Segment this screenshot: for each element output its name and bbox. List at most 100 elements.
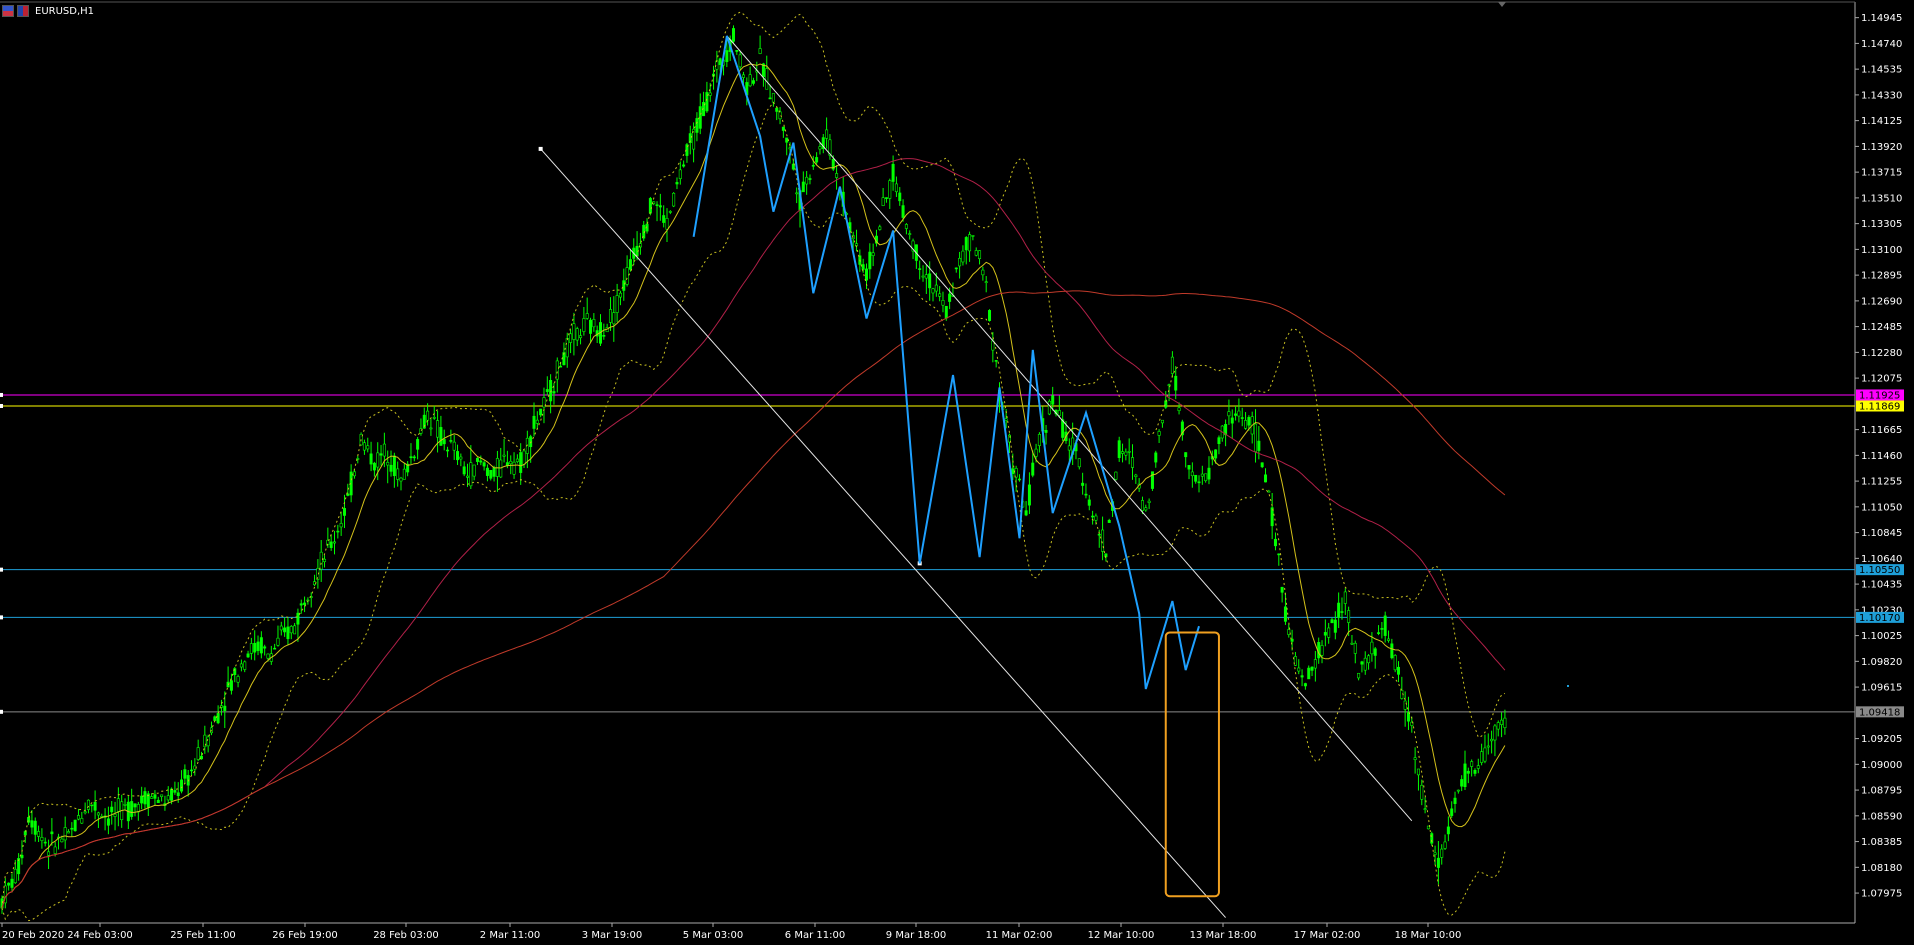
candle-body [751,80,755,84]
candle-body [376,452,380,468]
candle-body [1383,615,1387,636]
candle-body [196,747,200,760]
candle-body [236,676,240,683]
candle-body [618,292,622,298]
candle-body [579,335,583,339]
time-tick-label: 17 Mar 02:00 [1294,930,1361,941]
candle-body [80,818,84,824]
chart-window[interactable]: EURUSD,H1 1.14945 1.14740 1.14535 1.14330 1.… [0,0,1914,941]
candle-body [1157,431,1161,436]
candle-body [13,868,17,884]
price-tick-label: 1.11050 [1861,502,1902,513]
candle-body [73,819,77,832]
candle-body [10,878,14,888]
candle-body [585,313,589,319]
candle-body [286,626,290,640]
candle-body [1320,645,1324,656]
candle-body [1416,768,1420,776]
candle-body [675,182,679,185]
candle-body [662,215,666,223]
trend-channel-line[interactable] [726,35,1413,822]
candle-body [180,779,184,792]
trendline-handle[interactable] [538,146,543,151]
candle-body [818,146,822,150]
candle-body [1440,848,1444,858]
candle-body [369,453,373,465]
candle-body [988,310,992,321]
candle-body [1466,770,1470,774]
candle-body [569,333,573,343]
candle-body [678,169,682,179]
candle-body [1087,499,1091,506]
candle-body [60,838,64,843]
level-handle[interactable] [0,403,3,408]
candle-body [446,449,450,452]
candle-body [412,456,416,459]
candle-body [1027,484,1031,506]
candle-body [658,205,662,208]
time-tick-label: 18 Mar 10:00 [1395,930,1462,941]
candle-body [246,653,250,658]
candle-body [1370,641,1374,655]
candle-body [921,275,925,278]
price-tick-label: 1.09205 [1861,734,1902,745]
candle-body [805,176,809,185]
candle-body [1390,643,1394,659]
candle-body [409,456,413,459]
price-tick-label: 1.11460 [1861,451,1902,462]
chart-window-icon[interactable] [2,5,14,17]
candle-body [731,28,735,42]
candle-body [379,453,383,456]
candle-body [924,274,928,279]
candle-body [1393,655,1397,671]
level-handle[interactable] [0,392,3,397]
candle-body [442,439,446,445]
candle-body [416,439,420,450]
candle-body [1353,642,1357,654]
candle-body [781,126,785,131]
candle-body [795,192,799,195]
candle-body [1436,857,1440,868]
candle-body [1160,419,1164,424]
candle-body [1144,507,1148,511]
candle-body [1247,417,1251,426]
candle-body [509,460,513,465]
candle-body [256,641,260,651]
candle-body [83,811,87,814]
candle-body [934,284,938,292]
candle-body [160,794,164,797]
price-tick-label: 1.10640 [1861,554,1902,565]
candle-body [1207,467,1211,480]
price-tick-label: 1.12280 [1861,348,1902,359]
level-handle[interactable] [0,615,3,620]
price-chart[interactable]: 1.14945 1.14740 1.14535 1.14330 1.14125 1.139… [0,0,1914,941]
price-tick-label: 1.11255 [1861,477,1902,488]
candle-body [622,280,626,291]
candle-body [898,192,902,202]
price-tick-label: 1.14535 [1861,65,1902,76]
candle-body [70,827,74,830]
currency-flag-icon [17,5,29,17]
candle-body [386,462,390,466]
candle-body [303,602,307,605]
slow-moving-average [1,158,1506,909]
price-tick-label: 1.13510 [1861,193,1902,204]
candle-body [113,813,117,817]
price-tick-label: 1.08385 [1861,837,1902,848]
candle-body [532,415,536,429]
candle-body [1470,761,1474,767]
candle-body [808,178,812,180]
price-tick-label: 1.12075 [1861,374,1902,385]
candle-body [339,523,343,528]
level-handle[interactable] [0,709,3,714]
candle-body [1051,395,1055,405]
level-handle[interactable] [0,567,3,572]
candle-body [266,653,270,659]
candle-body [665,218,669,230]
highlight-box[interactable] [1164,631,1220,898]
candle-body [884,197,888,199]
candle-body [589,319,593,334]
fast-moving-average [1,63,1506,909]
candle-body [465,475,469,478]
price-tick-label: 1.07975 [1861,889,1902,900]
